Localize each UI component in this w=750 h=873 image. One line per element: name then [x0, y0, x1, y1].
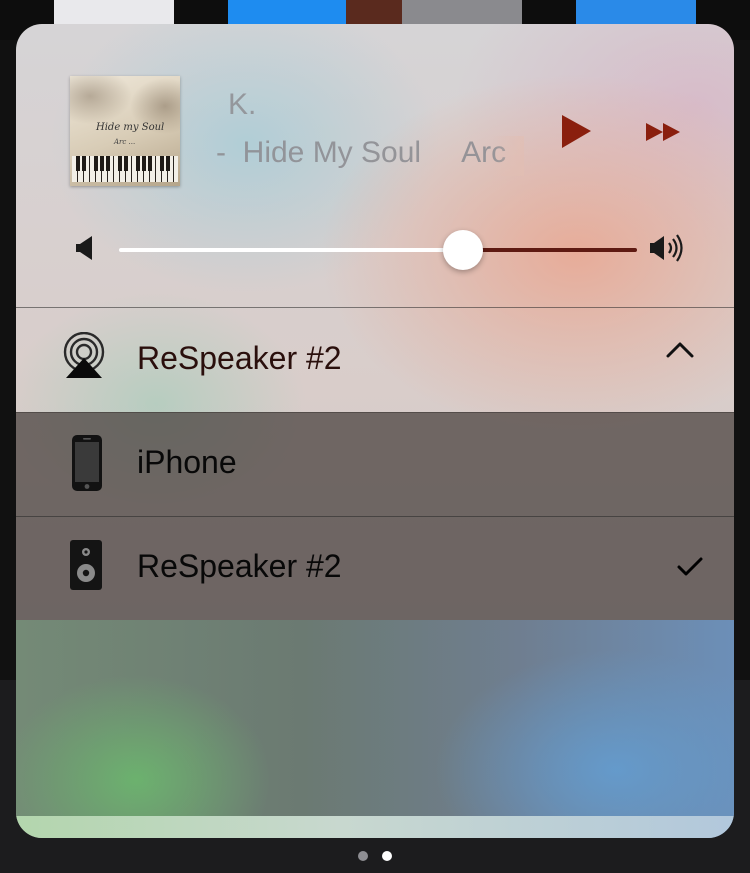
- device-label-respeaker: ReSpeaker #2: [137, 548, 342, 584]
- artwork-caption-1: Hide my Soul: [96, 122, 165, 133]
- device-label-iphone: iPhone: [137, 444, 237, 480]
- chevron-up-icon[interactable]: [662, 336, 698, 364]
- play-icon: [562, 115, 591, 148]
- album-artwork[interactable]: Hide my Soul Arc ...: [70, 76, 180, 186]
- track-title: - Hide My Soul Arc: [216, 136, 507, 169]
- now-playing-panel: Hide my Soul Arc ... K. - Hide My Soul A…: [16, 24, 734, 838]
- next-track-button[interactable]: [644, 120, 684, 144]
- artist-name: K.: [228, 88, 257, 121]
- device-row-iphone[interactable]: iPhone: [16, 412, 734, 516]
- track-title-marquee: - Hide My Soul Arc: [216, 136, 522, 176]
- play-button[interactable]: [558, 114, 594, 150]
- speaker-icon: [70, 540, 102, 590]
- page-dot-1[interactable]: [358, 851, 368, 861]
- volume-min-icon: [74, 234, 96, 262]
- current-route-label: ReSpeaker #2: [137, 340, 342, 376]
- volume-max-icon: [648, 232, 688, 264]
- panel-bottom-background: [16, 620, 734, 838]
- artwork-caption-2: Arc ...: [114, 138, 136, 146]
- title-fade: [492, 136, 524, 176]
- audio-route-header[interactable]: ReSpeaker #2: [16, 308, 734, 412]
- device-row-respeaker[interactable]: ReSpeaker #2: [16, 516, 734, 620]
- panel-bottom-strip: [16, 816, 734, 838]
- audio-device-list: iPhone ReSpeaker #2: [16, 412, 734, 620]
- airplay-icon: [60, 331, 108, 380]
- volume-slider-thumb[interactable]: [443, 230, 483, 270]
- volume-slider-track-empty[interactable]: [462, 248, 637, 252]
- page-dot-2-active[interactable]: [382, 851, 392, 861]
- iphone-icon: [71, 434, 103, 492]
- checkmark-icon: [676, 556, 704, 578]
- volume-slider-track-filled[interactable]: [119, 248, 463, 252]
- fast-forward-icon: [646, 123, 680, 141]
- artwork-piano-keys: [72, 156, 178, 182]
